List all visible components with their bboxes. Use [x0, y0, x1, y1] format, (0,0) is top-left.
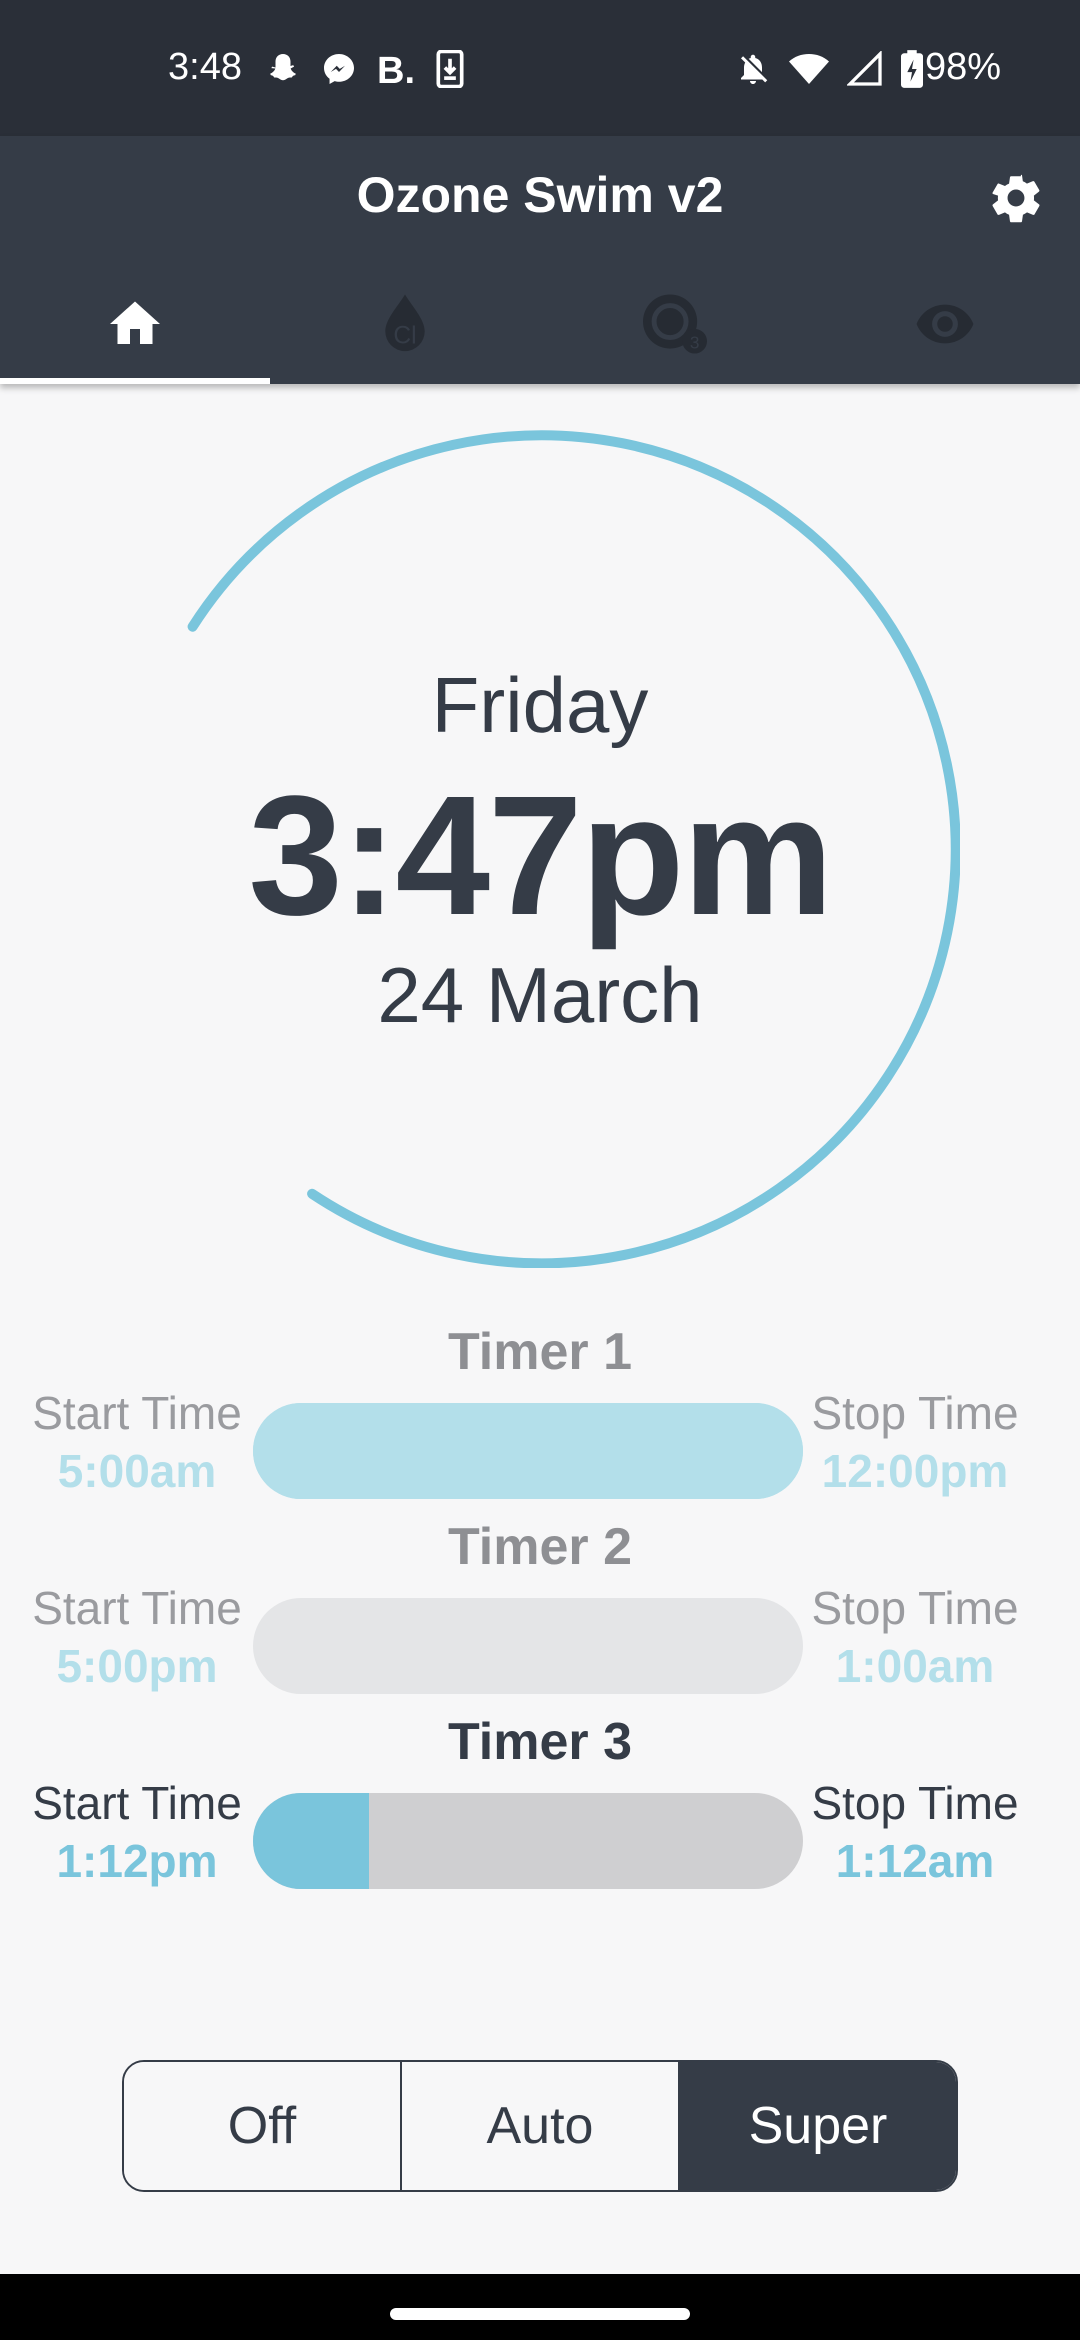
mode-super-button[interactable]: Super [678, 2062, 956, 2190]
timer-3-stop-value: 1:12am [835, 1835, 995, 1887]
app-title: Ozone Swim v2 [356, 167, 724, 223]
tab-monitor[interactable] [810, 268, 1080, 384]
gear-icon [987, 169, 1045, 232]
svg-text:3: 3 [690, 332, 700, 352]
svg-text:Cl: Cl [393, 322, 416, 349]
timer-2-title: Timer 2 [447, 1518, 633, 1576]
timer-3-bar[interactable] [253, 1793, 803, 1889]
timer-3-bar-fill [253, 1793, 369, 1889]
timer-1-title: Timer 1 [447, 1323, 633, 1381]
timer-3-stop[interactable]: Stop Time 1:12am [790, 1775, 1040, 1891]
clock-dial: Friday 3:47pm 24 March [120, 428, 960, 1268]
timer-3-start[interactable]: Start Time 1:12pm [12, 1775, 262, 1891]
tab-chlorine[interactable]: Cl [270, 268, 540, 384]
timer-1-stop-label: Stop Time [811, 1387, 1019, 1439]
timer-2-bar[interactable] [253, 1598, 803, 1694]
status-bar: 3:48 B. 98% [0, 0, 1080, 136]
download-icon [435, 49, 465, 93]
timer-1-bar[interactable] [253, 1403, 803, 1499]
timer-2-stop[interactable]: Stop Time 1:00am [790, 1580, 1040, 1696]
timer-2-stop-value: 1:00am [835, 1640, 995, 1692]
cell-signal-icon [846, 50, 883, 92]
timer-1-bar-fill [253, 1403, 803, 1499]
timer-1-start[interactable]: Start Time 5:00am [12, 1385, 262, 1501]
app-bar: Ozone Swim v2 Cl 3 [0, 136, 1080, 384]
timer-2-start-value: 5:00pm [56, 1640, 218, 1692]
mode-selector: Off Auto Super [122, 2060, 958, 2192]
timer-1-stop[interactable]: Stop Time 12:00pm [790, 1385, 1040, 1501]
tab-home[interactable] [0, 268, 270, 384]
timer-3-stop-label: Stop Time [811, 1777, 1019, 1829]
clock-time: 3:47pm [248, 761, 833, 951]
timer-1-start-value: 5:00am [57, 1445, 217, 1497]
messenger-icon [321, 51, 357, 92]
clock-date: 24 March [377, 951, 703, 1039]
timer-3-start-value: 1:12pm [56, 1835, 218, 1887]
ozone-icon: 3 [640, 292, 710, 361]
battery-charging-icon [901, 50, 923, 93]
tab-bar: Cl 3 [0, 268, 1080, 384]
timer-2-start[interactable]: Start Time 5:00pm [12, 1580, 262, 1696]
eye-icon [914, 293, 976, 360]
clock-day: Friday [431, 661, 649, 749]
timer-3-title: Timer 3 [447, 1713, 633, 1771]
system-nav-bar [0, 2274, 1080, 2340]
b-icon: B. [377, 50, 415, 92]
timer-2-start-label: Start Time [32, 1582, 242, 1634]
tab-ozone[interactable]: 3 [540, 268, 810, 384]
chlorine-drop-icon: Cl [375, 292, 435, 361]
status-time: 3:48 [168, 46, 242, 88]
snapchat-icon [265, 51, 301, 92]
timer-1-stop-value: 12:00pm [821, 1445, 1009, 1497]
notifications-off-icon [735, 51, 771, 92]
battery-percent: 98% [925, 46, 1002, 88]
mode-auto-button[interactable]: Auto [400, 2062, 678, 2190]
timer-1-start-label: Start Time [32, 1387, 242, 1439]
home-icon [105, 294, 165, 359]
settings-button[interactable] [980, 164, 1052, 236]
timer-3-start-label: Start Time [32, 1777, 242, 1829]
wifi-icon [789, 51, 829, 92]
timer-2-stop-label: Stop Time [811, 1582, 1019, 1634]
home-gesture-handle[interactable] [390, 2308, 690, 2320]
mode-off-button[interactable]: Off [124, 2062, 400, 2190]
